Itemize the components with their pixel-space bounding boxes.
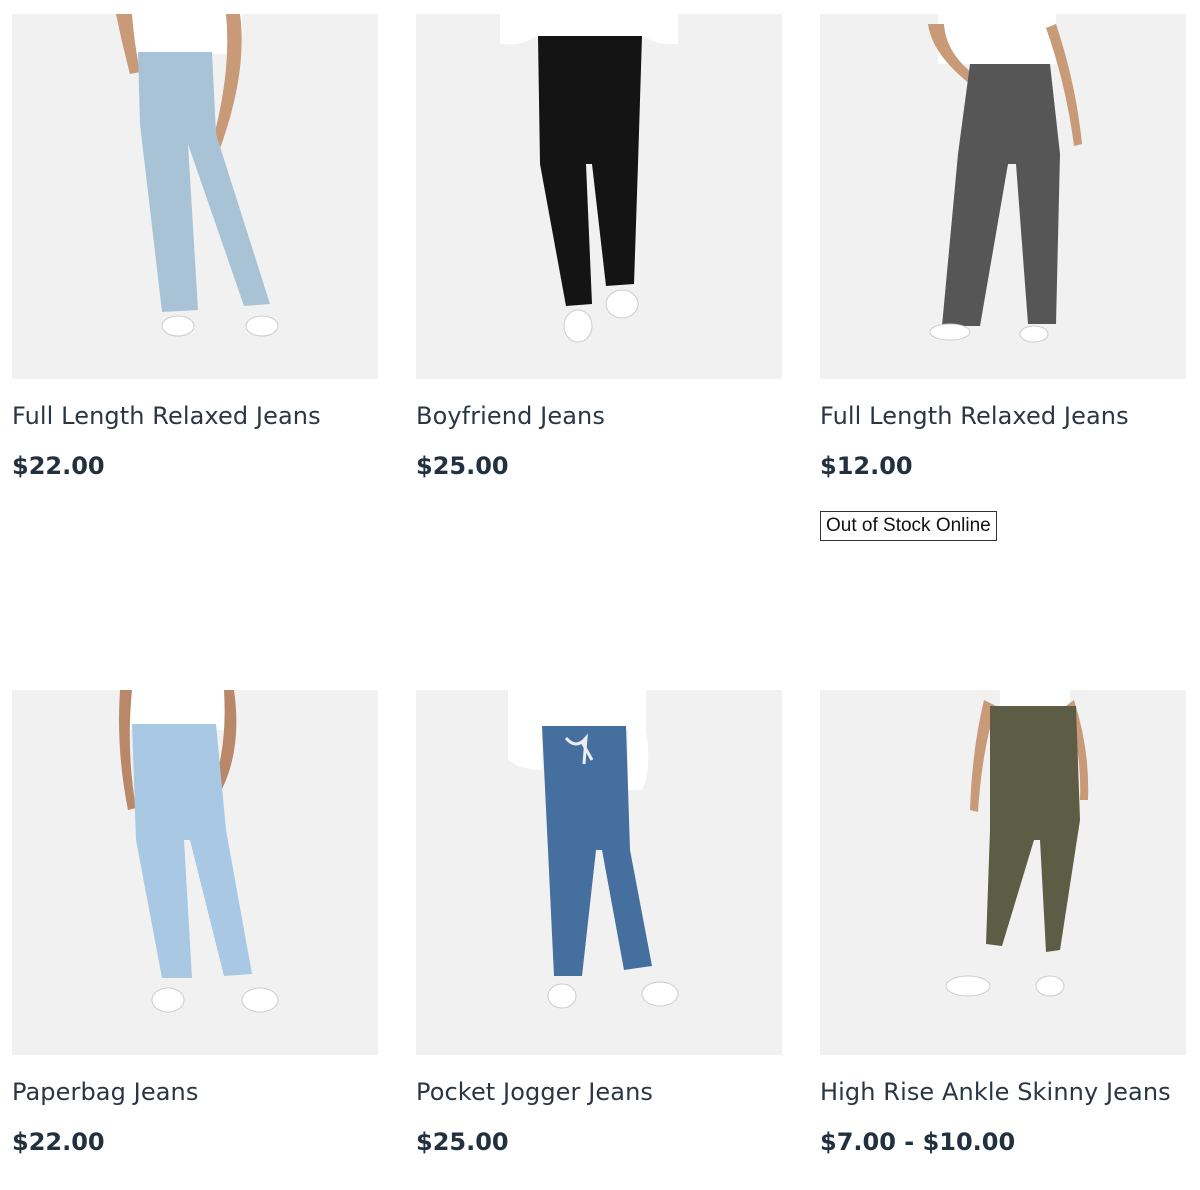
product-image[interactable] — [12, 14, 378, 379]
product-price: $22.00 — [12, 452, 105, 480]
product-image[interactable] — [820, 14, 1186, 379]
product-price: $7.00 - $10.00 — [820, 1128, 1016, 1156]
product-card[interactable]: High Rise Ankle Skinny Jeans $7.00 - $10… — [820, 690, 1186, 1157]
model-wearing-mid-blue-jogger-jeans-icon — [416, 690, 782, 1055]
product-price: $22.00 — [12, 1128, 105, 1156]
product-image[interactable] — [416, 690, 782, 1055]
product-name[interactable]: Full Length Relaxed Jeans — [12, 401, 378, 431]
product-card[interactable]: Paperbag Jeans $22.00 — [12, 690, 378, 1157]
product-name[interactable]: Boyfriend Jeans — [416, 401, 782, 431]
product-price: $25.00 — [416, 452, 509, 480]
product-grid: Full Length Relaxed Jeans $22.00 Boyfrie… — [0, 0, 1200, 1190]
product-image[interactable] — [820, 690, 1186, 1055]
product-name[interactable]: Paperbag Jeans — [12, 1077, 378, 1107]
product-price: $12.00 — [820, 452, 913, 480]
model-wearing-light-blue-paperbag-jeans-icon — [12, 690, 378, 1055]
model-wearing-light-blue-relaxed-jeans-icon — [12, 14, 378, 379]
product-image[interactable] — [416, 14, 782, 379]
product-card[interactable]: Boyfriend Jeans $25.00 — [416, 14, 782, 481]
product-card[interactable]: Pocket Jogger Jeans $25.00 — [416, 690, 782, 1157]
product-card[interactable]: Full Length Relaxed Jeans $22.00 — [12, 14, 378, 481]
model-wearing-grey-relaxed-jeans-icon — [820, 14, 1186, 379]
product-image[interactable] — [12, 690, 378, 1055]
product-price: $25.00 — [416, 1128, 509, 1156]
product-name[interactable]: Full Length Relaxed Jeans — [820, 401, 1186, 431]
product-card[interactable]: Full Length Relaxed Jeans $12.00 Out of … — [820, 14, 1186, 541]
product-name[interactable]: High Rise Ankle Skinny Jeans — [820, 1077, 1186, 1107]
out-of-stock-badge: Out of Stock Online — [820, 511, 997, 541]
product-name[interactable]: Pocket Jogger Jeans — [416, 1077, 782, 1107]
model-wearing-khaki-skinny-jeans-icon — [820, 690, 1186, 1055]
model-wearing-black-boyfriend-jeans-icon — [416, 14, 782, 379]
